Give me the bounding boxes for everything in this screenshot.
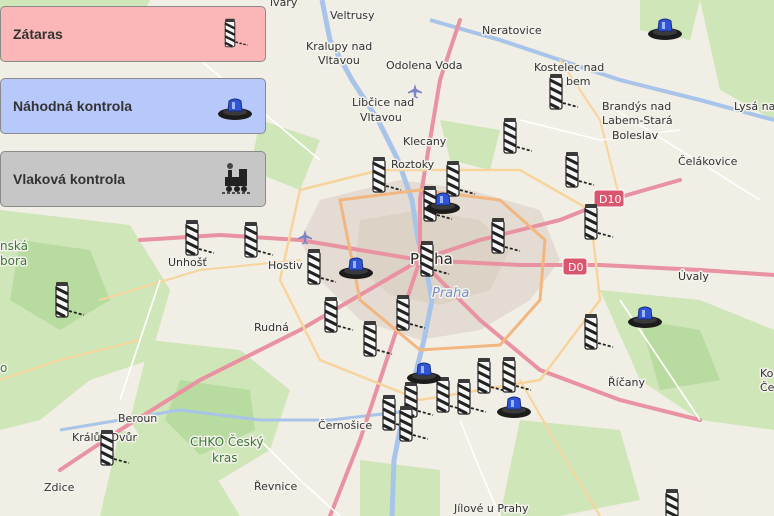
- road-shield-d0: D0: [562, 257, 588, 276]
- edge-label: Če: [760, 381, 774, 394]
- place-label: Roztoky: [391, 158, 435, 171]
- place-label: Vltavou: [360, 111, 402, 124]
- edge-label: Ko: [760, 367, 774, 380]
- place-label: Vltavou: [318, 54, 360, 67]
- place-label: Hostiv: [268, 259, 303, 272]
- park-label: CHKO Český: [190, 434, 264, 449]
- place-label: Černošice: [318, 419, 372, 432]
- edge-label: bora: [0, 254, 27, 268]
- train-icon: [221, 162, 251, 194]
- edge-label: nská: [0, 239, 28, 253]
- place-label: Brandýs nad: [602, 100, 671, 113]
- place-label: Řevnice: [254, 480, 298, 493]
- river-label: Praha: [432, 286, 469, 301]
- legend-vlakova-kontrola[interactable]: Vlaková kontrola: [0, 151, 266, 207]
- place-label: Jílové u Prahy: [453, 502, 529, 515]
- place-label: Boleslav: [612, 129, 659, 142]
- place-label: Odolena Voda: [386, 59, 463, 72]
- place-label: Unhošť: [168, 256, 207, 269]
- legend-zataras[interactable]: Zátaras: [0, 6, 266, 62]
- place-label: Říčany: [608, 376, 645, 389]
- place-label: Čelákovice: [678, 155, 738, 168]
- place-label: Úvaly: [678, 270, 709, 283]
- park-label: kras: [212, 451, 238, 465]
- place-label: Libčice nad: [352, 96, 414, 109]
- place-label: Zdice: [44, 481, 75, 494]
- barrier-icon: [223, 17, 249, 48]
- place-label: Kralupy nad: [306, 40, 372, 53]
- place-label: Klecany: [403, 135, 447, 148]
- place-label: Neratovice: [482, 24, 542, 37]
- svg-text:D0: D0: [568, 261, 583, 274]
- legend-nahodna-kontrola[interactable]: Náhodná kontrola: [0, 78, 266, 134]
- svg-text:D10: D10: [599, 193, 621, 206]
- legend-label: Vlaková kontrola: [13, 171, 126, 187]
- place-label: Rudná: [254, 321, 289, 334]
- edge-label: o: [0, 361, 7, 375]
- place-label: Kostelec nad: [534, 61, 604, 74]
- place-label: lvary: [270, 0, 298, 9]
- place-label: Beroun: [118, 412, 157, 425]
- place-label: Labem-Stará: [602, 114, 673, 127]
- place-label: bem: [566, 75, 590, 88]
- police-light-icon: [217, 98, 253, 121]
- legend-label: Náhodná kontrola: [13, 98, 133, 114]
- road-shield-d10: D10: [593, 189, 625, 208]
- legend-label: Zátaras: [13, 26, 63, 42]
- place-label: Lysá na: [734, 100, 774, 113]
- place-label: Veltrusy: [330, 9, 375, 22]
